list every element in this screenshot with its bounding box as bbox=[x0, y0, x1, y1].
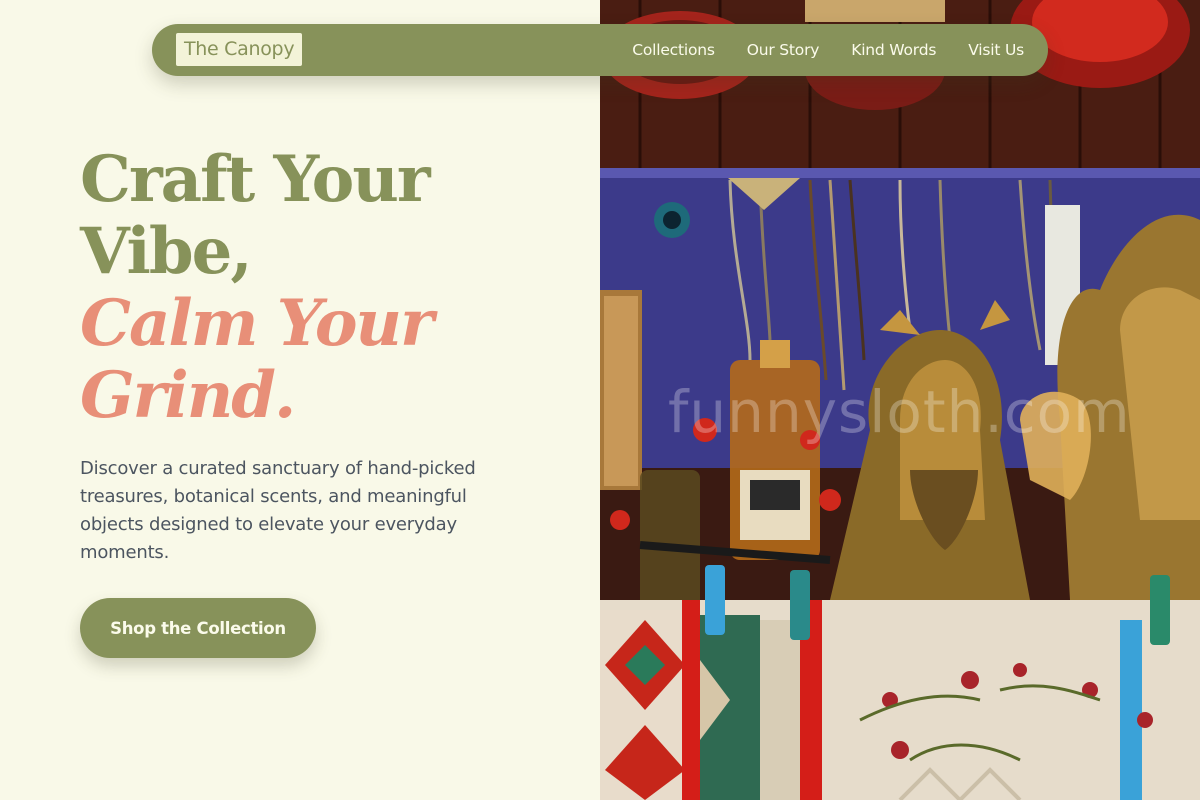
nav-links: Collections Our Story Kind Words Visit U… bbox=[632, 24, 1024, 76]
hero-subtitle: Discover a curated sanctuary of hand-pic… bbox=[80, 458, 476, 563]
nav-link-our-story[interactable]: Our Story bbox=[747, 41, 820, 59]
hero-title: Craft Your Vibe, Calm Your Grind. bbox=[80, 144, 580, 432]
nav-link-visit-us[interactable]: Visit Us bbox=[968, 41, 1024, 59]
logo[interactable]: The Canopy bbox=[176, 33, 303, 66]
nav-link-collections[interactable]: Collections bbox=[632, 41, 715, 59]
top-navigation: The Canopy Collections Our Story Kind Wo… bbox=[152, 24, 1048, 76]
nav-link-kind-words[interactable]: Kind Words bbox=[851, 41, 936, 59]
shop-collection-button[interactable]: Shop the Collection bbox=[80, 598, 316, 658]
watermark-text: funnysloth.com bbox=[668, 378, 1131, 446]
hero-title-line-1: Craft Your Vibe, bbox=[80, 142, 431, 289]
hero-title-line-2: Calm Your Grind. bbox=[80, 286, 434, 433]
